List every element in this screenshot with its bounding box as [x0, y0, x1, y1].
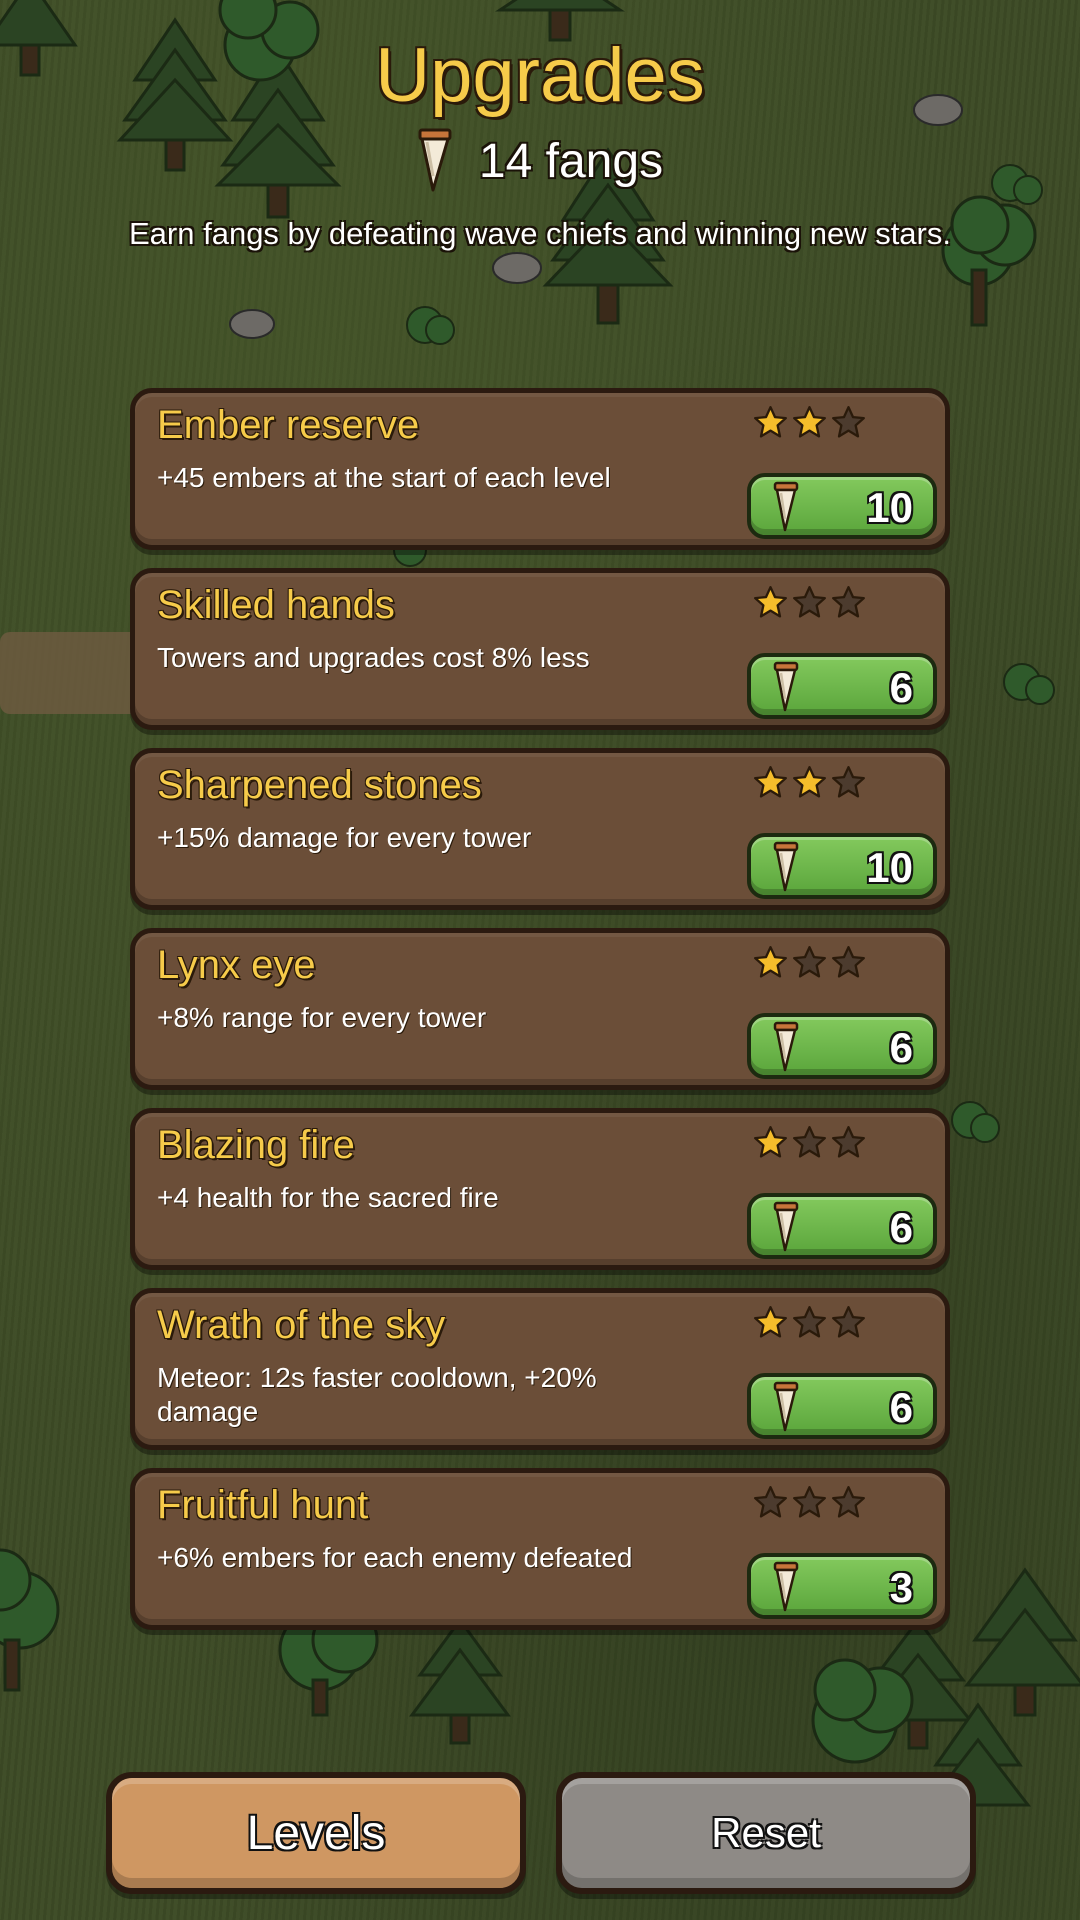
fang-icon	[418, 128, 452, 192]
subtitle: Earn fangs by defeating wave chiefs and …	[129, 216, 951, 251]
star-empty-icon	[793, 1306, 826, 1338]
upgrade-card: Fruitful hunt +6% embers for each enemy d…	[130, 1468, 950, 1630]
upgrade-cost: 6	[889, 1024, 913, 1071]
upgrade-cost: 6	[889, 664, 913, 711]
star-filled-icon	[754, 1306, 787, 1338]
upgrade-cost: 10	[866, 484, 913, 531]
upgrade-cost: 10	[866, 844, 913, 891]
fang-balance: 14 fangs	[0, 128, 1080, 194]
levels-button[interactable]: Levels	[106, 1772, 526, 1894]
upgrade-card: Wrath of the sky Meteor: 12s faster coold…	[130, 1288, 950, 1450]
star-empty-icon	[832, 406, 865, 438]
star-filled-icon	[754, 1126, 787, 1158]
upgrade-name: Fruitful hunt	[157, 1483, 369, 1527]
upgrade-name: Lynx eye	[157, 943, 316, 987]
upgrade-card: Lynx eye +8% range for every tower 6	[130, 928, 950, 1090]
star-empty-icon	[793, 946, 826, 978]
upgrade-description: +45 embers at the start of each level	[157, 462, 611, 493]
upgrade-cost: 6	[889, 1204, 913, 1251]
fang-count-label: 14 fangs	[478, 134, 664, 188]
star-filled-icon	[754, 946, 787, 978]
upgrade-card: Skilled hands Towers and upgrades cost 8%…	[130, 568, 950, 730]
buy-upgrade-button[interactable]: 10	[747, 473, 937, 539]
upgrade-description: +8% range for every tower	[157, 1002, 487, 1033]
buy-upgrade-button[interactable]: 6	[747, 1013, 937, 1079]
upgrade-description: Towers and upgrades cost 8% less	[157, 642, 590, 673]
fang-icon	[773, 1201, 799, 1252]
fang-icon	[773, 841, 799, 892]
star-empty-icon	[832, 766, 865, 798]
buy-upgrade-button[interactable]: 3	[747, 1553, 937, 1619]
upgrade-card: Ember reserve +45 embers at the start of …	[130, 388, 950, 550]
star-filled-icon	[793, 766, 826, 798]
star-empty-icon	[832, 946, 865, 978]
buy-upgrade-button[interactable]: 6	[747, 653, 937, 719]
upgrade-name: Skilled hands	[157, 583, 395, 627]
star-filled-icon	[754, 406, 787, 438]
upgrade-stars	[753, 1485, 866, 1520]
upgrade-stars	[753, 1305, 866, 1340]
buy-upgrade-button[interactable]: 6	[747, 1373, 937, 1439]
fang-icon	[773, 481, 799, 532]
star-empty-icon	[793, 1126, 826, 1158]
star-filled-icon	[793, 406, 826, 438]
upgrade-description: +15% damage for every tower	[157, 822, 532, 853]
star-empty-icon	[832, 1126, 865, 1158]
page-title: Upgrades	[375, 33, 705, 118]
upgrade-name: Ember reserve	[157, 403, 420, 447]
upgrade-cost: 6	[889, 1384, 913, 1431]
star-empty-icon	[754, 1486, 787, 1518]
upgrade-stars	[753, 405, 866, 440]
fang-icon	[773, 1381, 799, 1432]
fang-icon	[773, 661, 799, 712]
reset-button[interactable]: Reset	[556, 1772, 976, 1894]
fang-icon	[773, 1021, 799, 1072]
upgrade-stars	[753, 1125, 866, 1160]
star-filled-icon	[754, 586, 787, 618]
upgrade-description: +6% embers for each enemy defeated	[157, 1542, 633, 1573]
upgrade-description: +4 health for the sacred fire	[157, 1182, 499, 1213]
upgrade-cost: 3	[889, 1564, 913, 1611]
upgrade-name: Sharpened stones	[157, 763, 482, 807]
star-empty-icon	[832, 586, 865, 618]
fang-icon	[773, 1561, 799, 1612]
upgrade-name: Wrath of the sky	[157, 1303, 446, 1347]
upgrade-stars	[753, 765, 866, 800]
buy-upgrade-button[interactable]: 6	[747, 1193, 937, 1259]
upgrade-card: Sharpened stones +15% damage for every to…	[130, 748, 950, 910]
buy-upgrade-button[interactable]: 10	[747, 833, 937, 899]
upgrade-stars	[753, 945, 866, 980]
star-empty-icon	[793, 1486, 826, 1518]
star-empty-icon	[832, 1306, 865, 1338]
star-filled-icon	[754, 766, 787, 798]
upgrade-card: Blazing fire +4 health for the sacred fir…	[130, 1108, 950, 1270]
upgrade-description: Meteor: 12s faster cooldown, +20% damage	[157, 1362, 597, 1427]
star-empty-icon	[793, 586, 826, 618]
upgrade-name: Blazing fire	[157, 1123, 355, 1167]
star-empty-icon	[832, 1486, 865, 1518]
upgrade-stars	[753, 585, 866, 620]
